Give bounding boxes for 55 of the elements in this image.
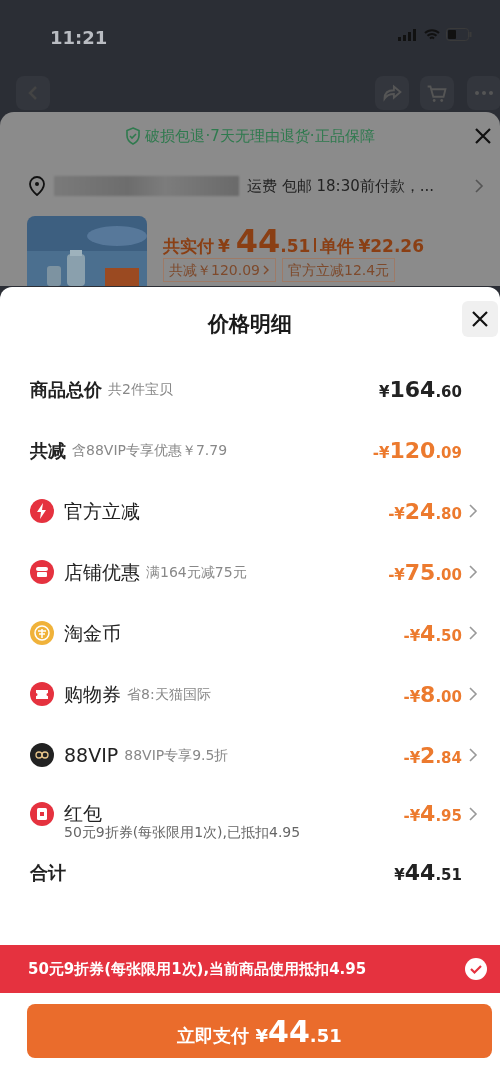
close-icon <box>471 310 489 328</box>
pay-button[interactable]: 立即支付 ¥44.51 <box>27 1004 492 1058</box>
check-icon[interactable] <box>464 957 488 981</box>
row-label: 购物券 <box>64 681 121 707</box>
more-button[interactable] <box>467 76 500 110</box>
total-amount: ¥44.51 <box>394 859 462 887</box>
row-amount: -¥4.50 <box>403 619 462 648</box>
vip-icon <box>30 743 54 767</box>
row-detail: 含88VIP专享优惠￥7.79 <box>72 440 228 460</box>
row-label: 共减 <box>30 438 66 463</box>
sheet-title: 价格明细 <box>208 311 292 338</box>
back-button[interactable] <box>16 76 50 110</box>
share-button[interactable] <box>375 76 409 110</box>
row-amount: -¥4.95 <box>403 800 462 828</box>
row-amount: -¥24.80 <box>388 497 462 526</box>
row-detail: 共2件宝贝 <box>108 379 173 399</box>
wifi-icon <box>424 28 440 41</box>
row-amount: -¥8.00 <box>403 680 462 709</box>
close-button[interactable] <box>462 301 498 337</box>
row-label: 88VIP <box>64 742 119 768</box>
guarantee-text: 破损包退·7天无理由退货·正品保障 <box>145 126 375 147</box>
more-icon <box>475 91 493 95</box>
row-amount: ¥164.60 <box>379 375 462 404</box>
shield-icon <box>125 127 142 146</box>
status-time: 11:21 <box>50 26 108 50</box>
row-amount: -¥75.00 <box>388 558 462 587</box>
unit-price: ¥22.26 <box>358 235 424 258</box>
shipping-text: 运费 包邮 18:30前付款，... <box>247 176 435 197</box>
shop-icon <box>30 560 54 584</box>
paid-label: 共实付 <box>163 235 214 258</box>
banner-text: 50元9折券(每张限用1次),当前商品使用抵扣4.95 <box>28 958 367 980</box>
close-icon <box>474 127 492 145</box>
discount-tag[interactable]: 共减￥120.09 <box>163 258 276 282</box>
row-label: 淘金币 <box>64 620 121 646</box>
chevron-icon <box>474 179 484 194</box>
row-label: 店铺优惠 <box>64 559 140 585</box>
battery-icon <box>446 28 472 41</box>
location-icon <box>28 176 46 197</box>
row-amount: -¥120.09 <box>372 436 462 465</box>
lightning-icon <box>30 499 54 523</box>
row-detail: 省8:天猫国际 <box>127 684 211 704</box>
discount-tag[interactable]: 官方立减12.4元 <box>282 258 396 282</box>
row-amount: -¥2.84 <box>403 741 462 770</box>
coin-icon <box>30 621 54 645</box>
envelope-icon <box>30 801 54 826</box>
divider-bar <box>314 238 317 252</box>
unit-label: 单件 <box>320 235 355 258</box>
row-detail: 88VIP专享9.5折 <box>124 745 229 765</box>
ticket-icon <box>30 682 54 706</box>
row-detail: 满164元减75元 <box>146 562 247 582</box>
row-label: 商品总价 <box>30 377 102 402</box>
signal-icon <box>398 28 418 41</box>
total-label: 合计 <box>30 861 66 885</box>
cart-button[interactable] <box>420 76 454 110</box>
row-label: 官方立减 <box>64 498 140 524</box>
